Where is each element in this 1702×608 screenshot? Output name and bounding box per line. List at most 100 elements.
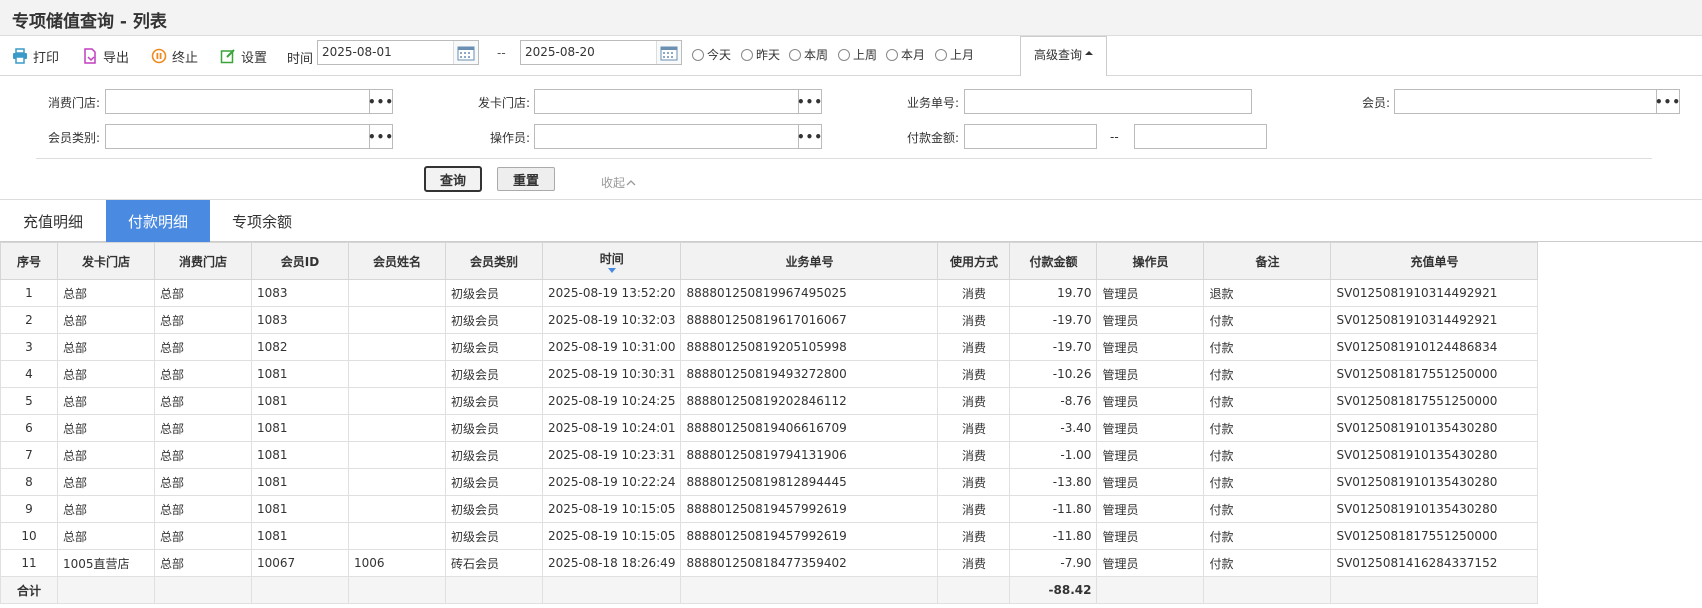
- cell-recharge-no: SV0125081910314492921: [1330, 279, 1539, 307]
- cell-operator: 管理员: [1096, 414, 1205, 442]
- reset-button[interactable]: 重置: [497, 167, 555, 191]
- divider: [36, 158, 1652, 159]
- col-header-time[interactable]: 时间: [541, 242, 682, 280]
- export-button[interactable]: 导出: [82, 45, 129, 67]
- cell-pay-amount: -11.80: [1009, 522, 1098, 550]
- operator-label: 操作员:: [490, 131, 531, 145]
- table-row[interactable]: 7 总部 总部 1081 初级会员 2025-08-19 10:23:31 88880125…: [0, 441, 1539, 469]
- cell-consume-store: 总部: [154, 522, 252, 550]
- stop-label: 终止: [172, 50, 199, 66]
- col-header-operator[interactable]: 操作员: [1096, 242, 1205, 280]
- table-row[interactable]: 2 总部 总部 1083 初级会员 2025-08-19 10:32:03 88880125…: [0, 306, 1539, 334]
- table-row[interactable]: 9 总部 总部 1081 初级会员 2025-08-19 10:15:05 88880125…: [0, 495, 1539, 523]
- radio-last-month[interactable]: 上月: [935, 46, 974, 63]
- member-picker-button[interactable]: •••: [1655, 89, 1680, 114]
- radio-circle[interactable]: [935, 48, 947, 61]
- col-header-member-id[interactable]: 会员ID: [251, 242, 349, 280]
- date-from-input[interactable]: 2025-08-01: [317, 40, 479, 65]
- radio-yesterday[interactable]: 昨天: [741, 46, 780, 63]
- member-type-picker-button[interactable]: •••: [368, 124, 393, 149]
- payment-detail-table: 序号 发卡门店 消费门店 会员ID 会员姓名 会员类别 时间 业务单号 使用方式…: [0, 242, 1539, 604]
- col-header-member-name[interactable]: 会员姓名: [348, 242, 446, 280]
- cell-pay-amount: -7.90: [1009, 549, 1098, 577]
- radio-this-month[interactable]: 本月: [886, 46, 925, 63]
- cell-time: 2025-08-19 10:23:31: [541, 441, 682, 469]
- total-empty-cell: [1203, 576, 1332, 604]
- col-header-index[interactable]: 序号: [0, 242, 58, 280]
- col-header-pay-amount[interactable]: 付款金额: [1009, 242, 1098, 280]
- table-row[interactable]: 5 总部 总部 1081 初级会员 2025-08-19 10:24:25 88880125…: [0, 387, 1539, 415]
- cell-operator: 管理员: [1096, 306, 1205, 334]
- table-row[interactable]: 8 总部 总部 1081 初级会员 2025-08-19 10:22:24 88880125…: [0, 468, 1539, 496]
- business-no-label: 业务单号:: [907, 96, 960, 110]
- operator-input[interactable]: [534, 124, 800, 149]
- radio-this-week[interactable]: 本周: [789, 46, 828, 63]
- cell-member-type: 初级会员: [445, 495, 543, 523]
- radio-circle[interactable]: [789, 48, 801, 61]
- radio-last-week[interactable]: 上周: [838, 46, 877, 63]
- printer-icon: [13, 48, 27, 64]
- operator-picker-button[interactable]: •••: [797, 124, 822, 149]
- cell-index: 3: [0, 333, 58, 361]
- table-row[interactable]: 11 1005直营店 总部 10067 1006 砖石会员 2025-08-18 18:26…: [0, 549, 1539, 577]
- issue-store-picker-button[interactable]: •••: [797, 89, 822, 114]
- col-header-business-no[interactable]: 业务单号: [680, 242, 939, 280]
- col-header-usage[interactable]: 使用方式: [937, 242, 1011, 280]
- consume-store-picker-button[interactable]: •••: [368, 89, 393, 114]
- col-header-issue-store[interactable]: 发卡门店: [57, 242, 155, 280]
- stop-button[interactable]: 终止: [151, 45, 198, 67]
- col-header-remark[interactable]: 备注: [1203, 242, 1332, 280]
- cell-pay-amount: -13.80: [1009, 468, 1098, 496]
- query-button[interactable]: 查询: [424, 166, 482, 192]
- cell-issue-store: 总部: [57, 522, 155, 550]
- table-row[interactable]: 6 总部 总部 1081 初级会员 2025-08-19 10:24:01 88880125…: [0, 414, 1539, 442]
- cell-time: 2025-08-19 10:22:24: [541, 468, 682, 496]
- pay-amount-min-input[interactable]: [964, 124, 1097, 149]
- tab-payment-detail[interactable]: 付款明细: [106, 200, 210, 242]
- tab-recharge-detail[interactable]: 充值明细: [0, 200, 106, 242]
- tab-special-balance[interactable]: 专项余额: [210, 200, 314, 242]
- issue-store-input[interactable]: [534, 89, 800, 114]
- cell-recharge-no: SV0125081817551250000: [1330, 360, 1539, 388]
- date-to-input[interactable]: 2025-08-20: [520, 40, 682, 65]
- radio-circle[interactable]: [692, 48, 704, 61]
- col-header-member-type[interactable]: 会员类别: [445, 242, 543, 280]
- collapse-link[interactable]: 收起: [601, 174, 637, 191]
- radio-today[interactable]: 今天: [692, 46, 731, 63]
- radio-circle[interactable]: [886, 48, 898, 61]
- pay-amount-max-input[interactable]: [1134, 124, 1267, 149]
- cell-remark: 付款: [1203, 414, 1332, 442]
- cell-member-name: [348, 468, 446, 496]
- cell-member-id: 1081: [251, 360, 349, 388]
- cell-business-no: 888801250819967495025: [680, 279, 939, 307]
- consume-store-input[interactable]: [105, 89, 371, 114]
- print-button[interactable]: 打印: [12, 45, 59, 67]
- business-no-input[interactable]: [964, 89, 1252, 114]
- cell-pay-amount: -8.76: [1009, 387, 1098, 415]
- cell-business-no: 888801250819406616709: [680, 414, 939, 442]
- cell-remark: 付款: [1203, 387, 1332, 415]
- table-row[interactable]: 10 总部 总部 1081 初级会员 2025-08-19 10:15:05 8888012…: [0, 522, 1539, 550]
- calendar-icon[interactable]: [656, 41, 681, 64]
- total-label: 合计: [0, 576, 58, 604]
- col-header-consume-store[interactable]: 消费门店: [154, 242, 252, 280]
- radio-circle[interactable]: [838, 48, 850, 61]
- radio-circle[interactable]: [741, 48, 753, 61]
- table-row[interactable]: 1 总部 总部 1083 初级会员 2025-08-19 13:52:20 88880125…: [0, 279, 1539, 307]
- calendar-icon[interactable]: [453, 41, 478, 64]
- cell-member-id: 1083: [251, 279, 349, 307]
- cell-operator: 管理员: [1096, 468, 1205, 496]
- cell-member-name: [348, 333, 446, 361]
- advanced-query-toggle[interactable]: 高级查询: [1020, 36, 1107, 77]
- member-input[interactable]: [1394, 89, 1658, 114]
- time-label: 时间: [287, 52, 314, 67]
- member-type-input[interactable]: [105, 124, 371, 149]
- cell-business-no: 888801250818477359402: [680, 549, 939, 577]
- table-row[interactable]: 4 总部 总部 1081 初级会员 2025-08-19 10:30:31 88880125…: [0, 360, 1539, 388]
- col-header-recharge-no[interactable]: 充值单号: [1330, 242, 1539, 280]
- cell-time: 2025-08-19 10:24:01: [541, 414, 682, 442]
- cell-operator: 管理员: [1096, 549, 1205, 577]
- cell-index: 11: [0, 549, 58, 577]
- table-row[interactable]: 3 总部 总部 1082 初级会员 2025-08-19 10:31:00 88880125…: [0, 333, 1539, 361]
- settings-button[interactable]: 设置: [220, 45, 267, 67]
